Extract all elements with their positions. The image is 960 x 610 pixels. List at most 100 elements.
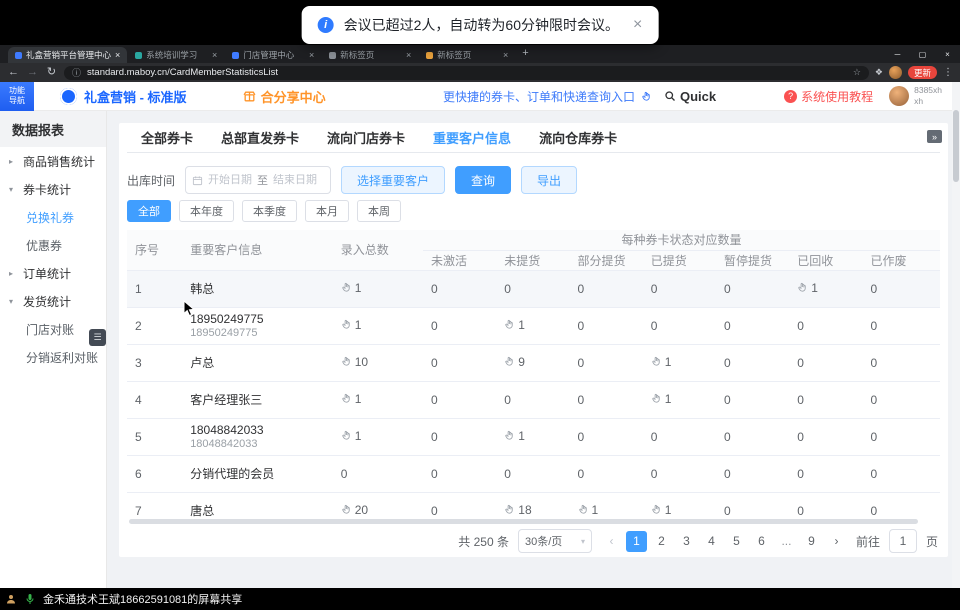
content-tab[interactable]: 重要客户信息: [433, 128, 511, 147]
tab-close-icon[interactable]: ×: [212, 50, 217, 60]
count-link[interactable]: 1: [341, 429, 362, 443]
export-button[interactable]: 导出: [521, 166, 577, 194]
tab-close-icon[interactable]: ×: [503, 50, 508, 60]
range-button[interactable]: 全部: [127, 200, 171, 222]
maximize-button[interactable]: ▢: [910, 45, 935, 63]
end-date-input[interactable]: [270, 174, 320, 186]
content-tab[interactable]: 总部直发券卡: [221, 128, 299, 147]
page-number-button[interactable]: 9: [801, 531, 822, 552]
new-tab-button[interactable]: +: [522, 48, 528, 59]
vertical-scrollbar[interactable]: [952, 82, 960, 588]
browser-tab[interactable]: 门店管理中心×: [225, 47, 321, 63]
count-link[interactable]: 1: [341, 281, 362, 295]
goto-page-input[interactable]: [889, 529, 917, 553]
count-link[interactable]: 9: [504, 355, 525, 369]
customer-name[interactable]: 分销代理的会员: [190, 465, 325, 482]
toast-close-icon[interactable]: ×: [633, 16, 642, 34]
count-link[interactable]: 1: [504, 429, 525, 443]
count-value: 0: [724, 356, 731, 370]
count-link[interactable]: 1: [797, 281, 818, 295]
function-nav-button[interactable]: 功能 导航: [0, 82, 34, 111]
vertical-scrollbar-thumb[interactable]: [953, 110, 959, 182]
query-button[interactable]: 查询: [455, 166, 511, 194]
count-link[interactable]: 10: [341, 355, 368, 369]
sidebar-subitem[interactable]: 兑换礼券: [0, 203, 106, 231]
prev-page-button[interactable]: ‹: [601, 531, 622, 552]
sidebar-subitem[interactable]: 分销返利对账: [0, 343, 106, 371]
date-range-input[interactable]: 至: [185, 166, 331, 194]
count-link[interactable]: 1: [578, 503, 599, 517]
browser-tab[interactable]: 礼盒营销平台管理中心×: [8, 47, 127, 63]
page-number-button[interactable]: 4: [701, 531, 722, 552]
customer-name[interactable]: 18048842033: [190, 423, 325, 437]
range-button[interactable]: 本年度: [179, 200, 234, 222]
page-size-select[interactable]: 30条/页 ▾: [518, 529, 592, 553]
customer-name[interactable]: 韩总: [190, 280, 325, 297]
collapse-panel-button[interactable]: »: [927, 130, 942, 143]
sidebar-item[interactable]: ▸订单统计: [0, 259, 106, 287]
help-icon: ?: [784, 90, 797, 103]
window-close-button[interactable]: ×: [935, 45, 960, 63]
reload-icon[interactable]: ↻: [45, 67, 58, 78]
count-link[interactable]: 1: [504, 318, 525, 332]
count-link[interactable]: 1: [651, 503, 672, 517]
customer-name[interactable]: 客户经理张三: [190, 391, 325, 408]
user-account[interactable]: 8385xh xh: [889, 85, 942, 106]
site-info-icon[interactable]: ⓘ: [72, 66, 81, 79]
page-number-button[interactable]: 6: [751, 531, 772, 552]
customer-name[interactable]: 18950249775: [190, 312, 325, 326]
count-link[interactable]: 18: [504, 503, 531, 517]
count-link[interactable]: 1: [341, 318, 362, 332]
browser-menu-icon[interactable]: ⋮: [943, 67, 953, 78]
quick-entry-hint[interactable]: 更快捷的券卡、订单和快递查询入口: [443, 88, 635, 105]
page-number-button[interactable]: 5: [726, 531, 747, 552]
sidebar-item[interactable]: ▸商品销售统计: [0, 147, 106, 175]
count-link[interactable]: 1: [341, 392, 362, 406]
status-column-header: 未激活: [423, 250, 496, 270]
url-text[interactable]: standard.maboy.cn/CardMemberStatisticsLi…: [87, 67, 847, 78]
status-group-header: 每种券卡状态对应数量: [423, 230, 940, 250]
minimize-button[interactable]: ─: [885, 45, 910, 63]
horizontal-scrollbar-thumb[interactable]: [129, 519, 918, 524]
tab-close-icon[interactable]: ×: [406, 50, 411, 60]
range-button[interactable]: 本月: [305, 200, 349, 222]
back-icon[interactable]: ←: [7, 67, 20, 78]
forward-icon[interactable]: →: [26, 67, 39, 78]
content-tab[interactable]: 流向仓库券卡: [539, 128, 617, 147]
nav-box-line1: 功能: [9, 86, 25, 96]
content-tab[interactable]: 全部券卡: [141, 128, 193, 147]
sidebar-item[interactable]: ▾发货统计: [0, 287, 106, 315]
address-bar[interactable]: ⓘ standard.maboy.cn/CardMemberStatistics…: [64, 66, 869, 80]
horizontal-scrollbar[interactable]: [127, 519, 940, 524]
browser-update-button[interactable]: 更新: [908, 66, 937, 79]
count-link[interactable]: 1: [651, 392, 672, 406]
select-customer-button[interactable]: 选择重要客户: [341, 166, 445, 194]
start-date-input[interactable]: [205, 174, 255, 186]
range-button[interactable]: 本周: [357, 200, 401, 222]
count-link[interactable]: 20: [341, 503, 368, 517]
browser-profile-avatar[interactable]: [889, 66, 902, 79]
sidebar-item[interactable]: ▾券卡统计: [0, 175, 106, 203]
customer-name[interactable]: 卢总: [190, 354, 325, 371]
customer-name[interactable]: 唐总: [190, 502, 325, 517]
page-number-button[interactable]: 1: [626, 531, 647, 552]
bookmark-star-icon[interactable]: ☆: [853, 67, 861, 78]
count-link[interactable]: 1: [651, 355, 672, 369]
browser-tab[interactable]: 系统培训学习×: [128, 47, 224, 63]
tab-close-icon[interactable]: ×: [115, 50, 120, 60]
tutorial-link[interactable]: ? 系统使用教程: [784, 88, 873, 105]
range-button[interactable]: 本季度: [242, 200, 297, 222]
floating-drag-handle[interactable]: ☰: [89, 329, 106, 346]
content-tab[interactable]: 流向门店券卡: [327, 128, 405, 147]
sidebar-subitem[interactable]: 优惠券: [0, 231, 106, 259]
next-page-button[interactable]: ›: [826, 531, 847, 552]
browser-tab[interactable]: 新标签页×: [322, 47, 418, 63]
browser-tab[interactable]: 新标签页×: [419, 47, 515, 63]
page-number-button[interactable]: 2: [651, 531, 672, 552]
extensions-icon[interactable]: ❖: [875, 67, 883, 78]
share-center-link[interactable]: 合分享中心: [243, 87, 326, 106]
quick-search-button[interactable]: Quick: [664, 89, 716, 104]
count-value: 0: [578, 319, 585, 333]
tab-close-icon[interactable]: ×: [309, 50, 314, 60]
page-number-button[interactable]: 3: [676, 531, 697, 552]
